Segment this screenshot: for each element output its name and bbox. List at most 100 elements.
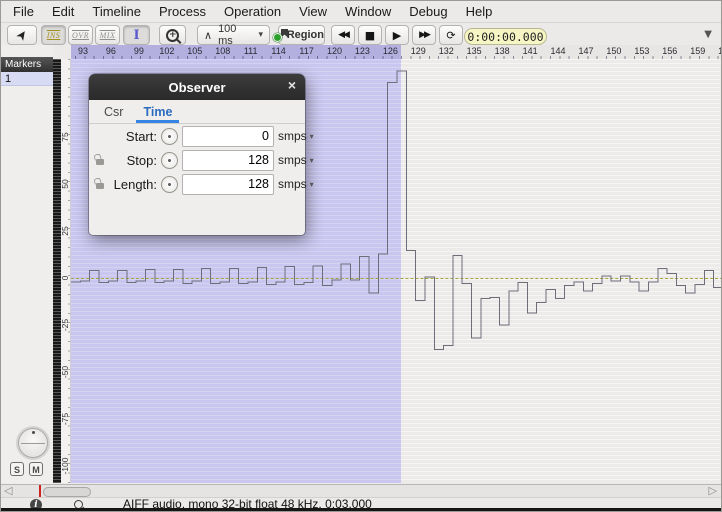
region-button[interactable]: Region	[278, 25, 325, 45]
amplitude-tick-label: -50	[60, 352, 70, 392]
markers-panel: Markers 1 S M	[1, 45, 53, 484]
ruler-tick-label: 123	[355, 46, 370, 56]
ruler-tick-label: 135	[467, 46, 482, 56]
scroll-left-icon[interactable]: ◁	[4, 484, 12, 497]
menu-debug[interactable]: Debug	[400, 2, 456, 21]
solo-button[interactable]: S	[10, 462, 24, 476]
amplitude-tick-label: 25	[60, 211, 70, 251]
mode-button-ovr[interactable]: OVR	[68, 25, 93, 45]
chevron-down-icon: ▾	[310, 180, 314, 189]
audio-editor-window: FileEditTimelineProcessOperationViewWind…	[0, 0, 722, 512]
menu-file[interactable]: File	[4, 2, 43, 21]
length-unit-dropdown[interactable]: smps▾	[278, 177, 314, 191]
length-link-button[interactable]	[161, 176, 178, 193]
region-marker-icon	[279, 29, 282, 42]
observer-titlebar[interactable]: Observer ×	[89, 74, 305, 100]
observer-row-start: Start:smps▾	[89, 124, 305, 148]
timeline-ruler[interactable]: 9396991021051081111141171201231261291321…	[71, 45, 722, 59]
play-button[interactable]: ▶	[385, 25, 409, 45]
stop-unit-dropdown[interactable]: smps▾	[278, 153, 314, 167]
chevron-down-icon: ▾	[258, 30, 263, 40]
start-unit-dropdown[interactable]: smps▾	[278, 129, 314, 143]
fast-forward-icon: ▶▶	[419, 30, 429, 40]
mix-mode-label: MIX	[100, 31, 116, 40]
start-input[interactable]	[182, 126, 274, 147]
zoom-level-value: 100 ms	[218, 23, 250, 47]
ruler-tick-label: 96	[106, 46, 116, 56]
menu-edit[interactable]: Edit	[43, 2, 83, 21]
rewind-button[interactable]: ◀◀	[331, 25, 355, 45]
ruler-tick-label: 129	[411, 46, 426, 56]
ruler-tick-label: 102	[159, 46, 174, 56]
ruler-tick-label: 138	[495, 46, 510, 56]
chevron-down-icon: ▾	[310, 132, 314, 141]
length-label: Length:	[109, 177, 157, 192]
ruler-tick-label: 132	[439, 46, 454, 56]
chevron-down-icon: ▾	[310, 156, 314, 165]
ruler-tick-label: 117	[299, 46, 313, 56]
menu-timeline[interactable]: Timeline	[83, 2, 150, 21]
stop-unit-label: smps	[278, 153, 307, 167]
scrollbar-thumb[interactable]	[43, 487, 91, 497]
ruler-tick-label: 141	[523, 46, 538, 56]
start-unit-label: smps	[278, 129, 307, 143]
amplitude-tick-label: 75	[60, 117, 70, 157]
loop-icon: ⟳	[446, 29, 455, 42]
toolbar: ➤ INSOVRMIX I + ∧ 100 ms ▾ Region ◀◀■▶▶▶…	[1, 23, 721, 45]
amplitude-tick-label: -25	[60, 305, 70, 345]
marker-list-item[interactable]: 1	[1, 72, 53, 86]
zoom-level-combobox[interactable]: ∧ 100 ms ▾	[197, 25, 270, 45]
tab-csr[interactable]: Csr	[97, 102, 130, 123]
start-link-button[interactable]	[161, 128, 178, 145]
ruler-tick-label: 126	[383, 46, 398, 56]
lock-icon[interactable]	[96, 159, 104, 165]
ruler-tick-label: 114	[271, 46, 285, 56]
rewind-icon: ◀◀	[338, 30, 348, 40]
stop-link-button[interactable]	[161, 152, 178, 169]
time-display: 0:00:00.000	[464, 28, 547, 45]
amplitude-tick-label: -75	[60, 399, 70, 439]
gain-knob[interactable]	[18, 428, 48, 458]
select-tool-button[interactable]: ➤	[7, 25, 37, 45]
length-unit-label: smps	[278, 177, 307, 191]
observer-title: Observer	[168, 80, 225, 95]
toolbar-overflow-button[interactable]: ▼	[704, 29, 712, 40]
menu-window[interactable]: Window	[336, 2, 400, 21]
start-label: Start:	[109, 129, 157, 144]
mute-button[interactable]: M	[29, 462, 43, 476]
ruler-tick-label: 159	[690, 46, 705, 56]
selection-tool-button[interactable]: I	[123, 25, 150, 45]
scroll-right-icon[interactable]: ▷	[709, 484, 717, 497]
stop-button[interactable]: ■	[358, 25, 382, 45]
length-lock-slot	[94, 179, 105, 189]
zoom-tool-button[interactable]: +	[159, 25, 186, 45]
observer-row-stop: Stop:smps▾	[89, 148, 305, 172]
menu-process[interactable]: Process	[150, 2, 215, 21]
length-input[interactable]	[182, 174, 274, 195]
loop-button[interactable]: ⟳	[439, 25, 463, 45]
tab-time[interactable]: Time	[136, 102, 179, 123]
mode-button-ins[interactable]: INS	[41, 25, 66, 45]
ruler-tick-label: 93	[78, 46, 88, 56]
magnifier-icon: +	[166, 29, 179, 42]
horizontal-scrollbar: ◁ ▷	[1, 484, 721, 497]
stop-input[interactable]	[182, 150, 274, 171]
menu-operation[interactable]: Operation	[215, 2, 290, 21]
fast-forward-button[interactable]: ▶▶	[412, 25, 436, 45]
ruler-tick-label: 111	[244, 46, 258, 56]
observer-row-length: Length:smps▾	[89, 172, 305, 196]
play-icon: ▶	[393, 29, 401, 42]
ruler-tick-label: 108	[215, 46, 230, 56]
stop-lock-slot	[94, 155, 105, 165]
menu-view[interactable]: View	[290, 2, 336, 21]
close-icon[interactable]: ×	[288, 77, 296, 93]
menu-help[interactable]: Help	[457, 2, 502, 21]
amplitude-axis[interactable]: 7550250-25-50-75-100	[61, 59, 71, 483]
menubar: FileEditTimelineProcessOperationViewWind…	[1, 1, 721, 23]
ruler-tick-label: 105	[187, 46, 202, 56]
amplitude-tick-label: -100	[60, 446, 70, 486]
lock-icon[interactable]	[96, 183, 104, 189]
ruler-tick-label: 150	[606, 46, 621, 56]
mode-button-mix[interactable]: MIX	[95, 25, 120, 45]
ruler-tick-label: 147	[578, 46, 593, 56]
